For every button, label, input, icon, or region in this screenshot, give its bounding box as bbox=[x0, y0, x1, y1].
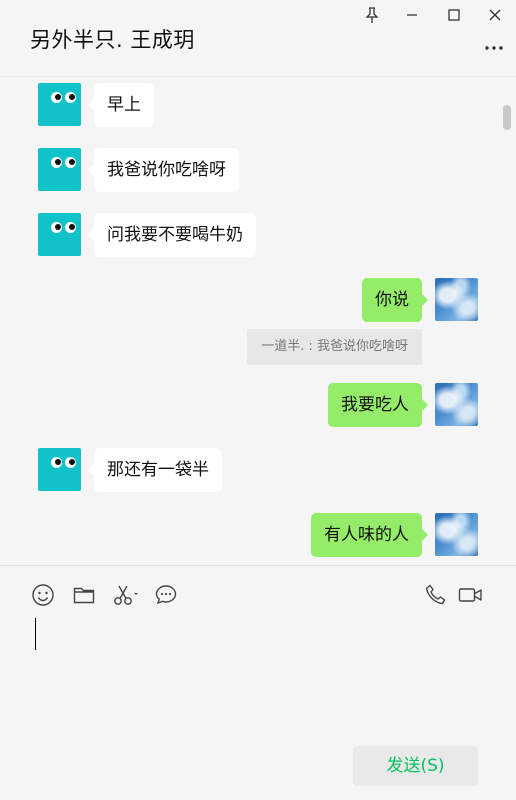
my-avatar[interactable] bbox=[435, 513, 478, 556]
send-button[interactable]: 发送(S) bbox=[353, 746, 478, 786]
my-avatar[interactable] bbox=[435, 383, 478, 426]
phone-icon[interactable] bbox=[424, 583, 448, 607]
more-dots-icon[interactable] bbox=[484, 38, 504, 58]
folder-icon[interactable] bbox=[72, 583, 96, 607]
message-bubble-outgoing[interactable]: 你说 bbox=[362, 278, 428, 322]
my-avatar[interactable] bbox=[435, 278, 478, 321]
chat-title: 另外半只. 王成玥 bbox=[30, 28, 195, 52]
input-area[interactable]: 发送(S) bbox=[0, 565, 516, 800]
quoted-message[interactable]: 一道半. : 我爸说你吃啥呀 bbox=[247, 329, 422, 365]
message-bubble-outgoing[interactable]: 我要吃人 bbox=[328, 383, 428, 427]
scissors-icon[interactable] bbox=[112, 583, 140, 607]
contact-avatar[interactable] bbox=[38, 448, 81, 491]
message-bubble-outgoing[interactable]: 有人味的人 bbox=[311, 513, 428, 557]
contact-avatar[interactable] bbox=[38, 148, 81, 191]
minimize-icon[interactable] bbox=[402, 5, 422, 25]
video-call-icon[interactable] bbox=[458, 583, 484, 607]
pin-icon[interactable] bbox=[362, 5, 382, 25]
chat-bubble-icon[interactable] bbox=[154, 583, 178, 607]
chat-history[interactable]: 早上 我爸说你吃啥呀 问我要不要喝牛奶 你说 一道半. : 我爸说你吃啥呀 我要… bbox=[0, 78, 516, 565]
contact-avatar[interactable] bbox=[38, 213, 81, 256]
title-bar: 另外半只. 王成玥 bbox=[0, 0, 516, 77]
contact-avatar[interactable] bbox=[38, 83, 81, 126]
close-icon[interactable] bbox=[485, 5, 505, 25]
message-bubble-incoming[interactable]: 早上 bbox=[88, 83, 154, 127]
message-bubble-incoming[interactable]: 那还有一袋半 bbox=[88, 448, 222, 492]
chat-scrollbar[interactable] bbox=[503, 105, 511, 130]
maximize-icon[interactable] bbox=[444, 5, 464, 25]
message-bubble-incoming[interactable]: 我爸说你吃啥呀 bbox=[88, 148, 239, 192]
emoji-icon[interactable] bbox=[31, 583, 55, 607]
text-cursor bbox=[35, 618, 36, 650]
message-bubble-incoming[interactable]: 问我要不要喝牛奶 bbox=[88, 213, 256, 257]
